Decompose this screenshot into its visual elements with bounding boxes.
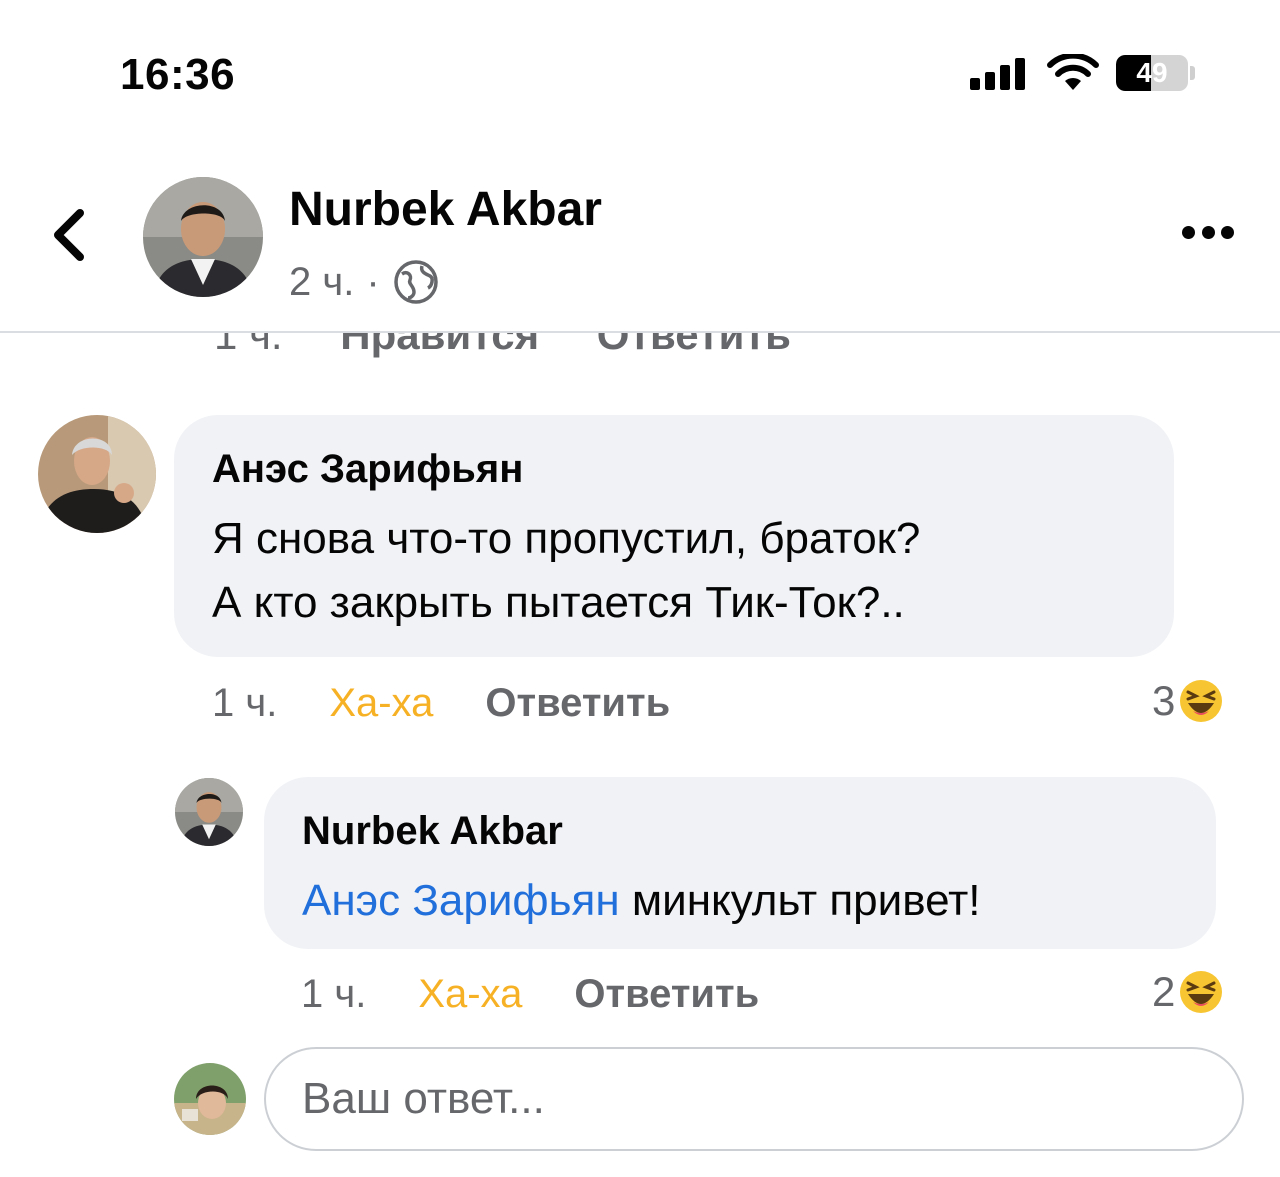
reaction-summary[interactable]: 3 bbox=[1152, 677, 1223, 725]
battery-tip bbox=[1190, 66, 1195, 80]
reaction-count: 2 bbox=[1152, 968, 1176, 1015]
status-time: 16:36 bbox=[120, 50, 236, 99]
previous-like-button[interactable]: Нравится bbox=[340, 333, 539, 358]
post-meta: 2 ч. · bbox=[289, 258, 440, 306]
haha-emoji-icon bbox=[1180, 971, 1223, 1013]
previous-time: 1 ч. bbox=[214, 333, 283, 358]
author-avatar[interactable] bbox=[143, 177, 263, 297]
previous-reply-button[interactable]: Ответить bbox=[597, 333, 791, 358]
comment-bubble: Анэс Зарифьян Я снова что-то пропустил, … bbox=[174, 415, 1174, 657]
reply-bubble: Nurbek Akbar Анэс Зарифьян минкульт прив… bbox=[264, 777, 1216, 949]
reply-text: Анэс Зарифьян минкульт привет! bbox=[302, 869, 980, 933]
more-options-icon[interactable] bbox=[1182, 226, 1234, 246]
comment-line: Я снова что-то пропустил, браток? bbox=[212, 514, 921, 563]
reply-message: минкульт привет! bbox=[619, 876, 981, 925]
reply-actions: 1 ч. Ха-ха Ответить bbox=[301, 972, 759, 1017]
battery-level: 49 bbox=[1136, 57, 1168, 88]
globe-icon bbox=[393, 260, 438, 304]
comment-author[interactable]: Анэс Зарифьян bbox=[212, 447, 523, 492]
comment-line: А кто закрыть пытается Тик-Ток?.. bbox=[212, 578, 905, 627]
reaction-count: 3 bbox=[1152, 677, 1176, 724]
reply-button[interactable]: Ответить bbox=[574, 972, 759, 1017]
cellular-signal-icon bbox=[970, 56, 1030, 90]
mention-link[interactable]: Анэс Зарифьян bbox=[302, 876, 620, 925]
haha-reaction-button[interactable]: Ха-ха bbox=[418, 972, 522, 1017]
reply-author[interactable]: Nurbek Akbar bbox=[302, 809, 563, 854]
reply-button[interactable]: Ответить bbox=[485, 681, 670, 726]
comment-text: Я снова что-то пропустил, браток? А кто … bbox=[212, 507, 920, 635]
meta-separator: · bbox=[366, 259, 380, 304]
post-time: 2 ч. bbox=[289, 259, 355, 304]
wifi-icon bbox=[1047, 54, 1099, 90]
battery-indicator: 49 bbox=[1116, 55, 1188, 91]
reply-author-avatar[interactable] bbox=[175, 778, 243, 846]
back-chevron-icon[interactable] bbox=[44, 205, 94, 265]
haha-emoji-icon bbox=[1180, 680, 1223, 722]
post-author-name[interactable]: Nurbek Akbar bbox=[289, 182, 602, 237]
commenter-avatar[interactable] bbox=[38, 415, 156, 533]
reply-input[interactable] bbox=[264, 1047, 1244, 1151]
current-user-avatar bbox=[174, 1063, 246, 1135]
previous-comment-actions: 1 ч. Нравится Ответить bbox=[0, 333, 1280, 367]
haha-reaction-button[interactable]: Ха-ха bbox=[329, 681, 433, 726]
reply-time: 1 ч. bbox=[301, 972, 367, 1016]
comment-actions: 1 ч. Ха-ха Ответить bbox=[212, 681, 670, 726]
reaction-summary[interactable]: 2 bbox=[1152, 968, 1223, 1016]
comment-time: 1 ч. bbox=[212, 681, 278, 725]
